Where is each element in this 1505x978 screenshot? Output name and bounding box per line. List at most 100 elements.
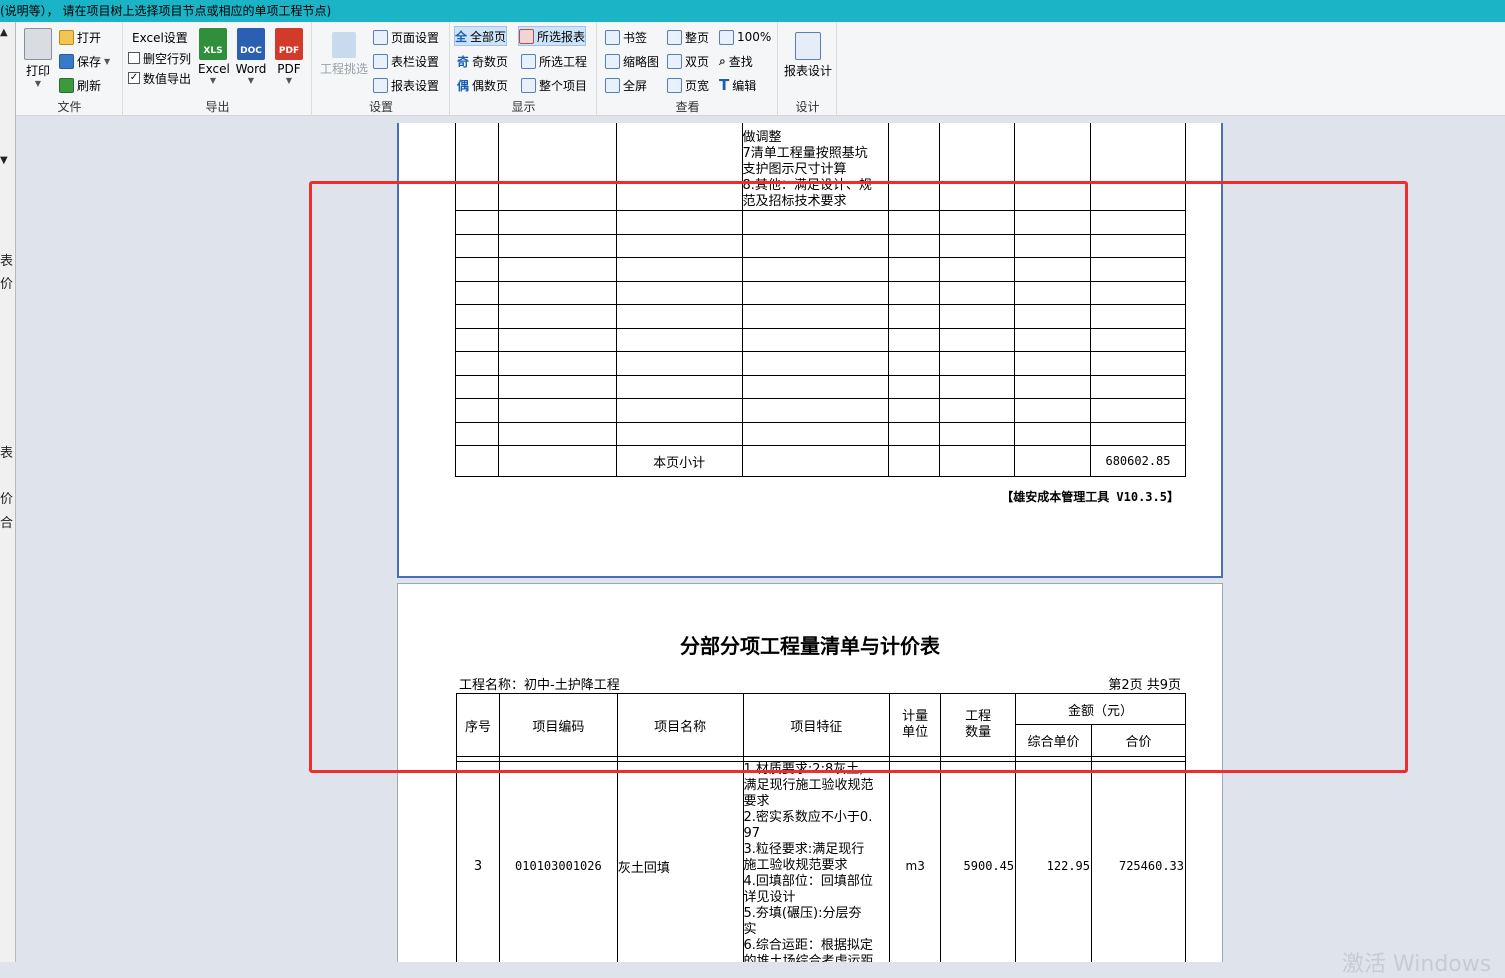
page1-table: 做调整 7清单工程量按照基坑 支护图示尺寸计算 8.其他：满足设计、规 范及招标… [455,123,1187,477]
pdf-export-button[interactable]: PDF PDF ▼ [274,28,304,85]
spec-line: 5.夯填(碾压):分层夯 [743,906,862,921]
chevron-down-icon: ▼ [209,76,217,85]
table-row [455,234,1187,258]
checkbox-unchecked-icon [128,52,140,64]
spec-line: 3.粒径要求:满足现行 [743,842,865,857]
checkbox-checked-icon: ✓ [128,72,140,84]
pdf-icon: PDF [275,28,303,60]
print-button[interactable]: 打印 ▼ [21,28,55,88]
left-strip-char: 价 [0,492,14,507]
zoom-button[interactable]: 100% [719,27,771,47]
printer-icon [24,28,52,60]
thumbnail-icon [605,53,620,69]
spec-line: 支护图示尺寸计算 [742,162,847,177]
whole-project-label: 整个项目 [539,78,588,93]
table-row [455,304,1187,329]
even-pages-button[interactable]: 偶偶数页 [457,75,508,95]
save-button[interactable]: 保存 ▼ [59,51,110,71]
bookmark-button[interactable]: 书签 [605,27,647,47]
double-page-icon [667,53,682,69]
print-label: 打印 [25,64,50,78]
report-preview-area[interactable]: 做调整 7清单工程量按照基坑 支护图示尺寸计算 8.其他：满足设计、规 范及招标… [17,123,1505,962]
report-setup-button[interactable]: 报表设置 [373,75,439,95]
bookmark-icon [605,29,620,45]
refresh-label: 刷新 [77,78,102,93]
excel-icon-text: XLS [203,46,223,56]
all-pages-label: 全部页 [470,29,507,44]
all-pages-button[interactable]: 全全部页 [454,26,508,46]
excel-label: Excel [198,62,230,76]
header-row: 序号 项目编码 项目名称 项目特征 计量单位 工程数量 金额（元） [456,693,1186,757]
table-row [455,351,1187,376]
double-page-button[interactable]: 双页 [667,51,709,71]
page-info: 第2页 共9页 [1108,678,1181,693]
excel-icon: XLS [199,28,227,60]
numeric-export-label: 数值导出 [143,71,192,86]
word-icon: DOC [237,28,265,60]
numeric-export-checkbox[interactable]: ✓ 数值导出 [128,68,191,88]
left-navigation-strip[interactable]: ▲ ▼ 表 价 表 价 合 [0,22,16,962]
excel-settings-button[interactable]: Excel设置 [132,27,188,47]
selected-project-button[interactable]: 所选工程 [521,51,587,71]
spec-cell: 做调整 7清单工程量按照基坑 支护图示尺寸计算 8.其他：满足设计、规 范及招标… [741,123,890,211]
title-bar: (说明等）， 请在项目树上选择项目节点或相应的单项工程节点) [0,0,1505,22]
even-pages-icon: 偶 [457,78,470,93]
group-export: Excel设置 删空行列 ✓ 数值导出 XLS Excel ▼ DOC Word … [124,22,312,116]
report-setup-label: 报表设置 [391,78,440,93]
chevron-down-icon: ▼ [285,76,293,85]
title-text: (说明等）， 请在项目树上选择项目节点或相应的单项工程节点) [0,4,332,18]
whole-project-button[interactable]: 整个项目 [521,75,587,95]
spec-line: 6.综合运距：根据拟定 [743,938,873,953]
selected-report-button[interactable]: 所选报表 [518,26,587,46]
word-icon-text: DOC [240,46,262,56]
header-total: 合价 [1091,724,1186,757]
scroll-up-icon[interactable]: ▲ [0,27,8,38]
spec-line: 8.其他：满足设计、规 [742,178,872,193]
dropdown-arrow-icon[interactable]: ▼ [0,155,8,166]
group-label-export: 导出 [205,100,230,114]
row-seq: 3 [456,761,500,962]
column-setup-button[interactable]: 表栏设置 [373,51,439,71]
project-pick-label: 工程挑选 [319,62,368,76]
spec-line: 4.回填部位：回填部位 [743,874,873,889]
page-width-button[interactable]: 页宽 [667,75,709,95]
header-qty: 工程数量 [940,693,1017,757]
table-row [455,422,1187,446]
page-footer: 【雄安成本管理工具 V10.3.5】 [1001,490,1179,504]
page-width-icon [667,77,682,93]
table-row [455,375,1187,399]
bookmark-label: 书签 [623,30,648,45]
open-button[interactable]: 打开 [59,27,101,47]
fullscreen-button[interactable]: 全屏 [605,75,647,95]
save-label: 保存 [77,54,102,69]
thumbnail-button[interactable]: 缩略图 [605,51,659,71]
refresh-icon [59,77,74,93]
word-export-button[interactable]: DOC Word ▼ [234,28,268,85]
group-label-view: 查看 [675,100,700,114]
subtotal-label: 本页小计 [615,445,743,477]
delete-empty-rows-checkbox[interactable]: 删空行列 [128,48,191,68]
report-design-button[interactable]: 报表设计 [781,32,835,79]
group-label-file: 文件 [57,100,82,114]
refresh-button[interactable]: 刷新 [59,75,101,95]
page-setup-icon [373,29,388,45]
row-code: 010103001026 [498,761,618,962]
group-file: 打印 ▼ 打开 保存 ▼ 刷新 文件 [17,22,123,116]
page-setup-button[interactable]: 页面设置 [373,27,439,47]
table-row [455,398,1187,423]
delete-empty-rows-label: 删空行列 [143,51,192,66]
report-title: 分部分项工程量清单与计价表 [680,634,940,658]
odd-pages-button[interactable]: 奇奇数页 [457,51,508,71]
find-button[interactable]: ⌕ 查找 [719,51,753,71]
excel-export-button[interactable]: XLS Excel ▼ [198,28,230,85]
selected-report-label: 所选报表 [537,29,586,44]
selected-project-label: 所选工程 [539,54,588,69]
whole-page-button[interactable]: 整页 [667,27,709,47]
page-width-label: 页宽 [685,78,710,93]
report-page-2: 分部分项工程量清单与计价表 工程名称：初中-土护降工程 第2页 共9页 序号 项… [397,583,1223,962]
edit-button[interactable]: T 编辑 [719,75,756,95]
project-pick-button[interactable]: 工程挑选 [317,32,371,77]
spec-line: 97 [743,826,761,841]
zoom-icon [719,29,734,45]
fullscreen-label: 全屏 [623,78,648,93]
